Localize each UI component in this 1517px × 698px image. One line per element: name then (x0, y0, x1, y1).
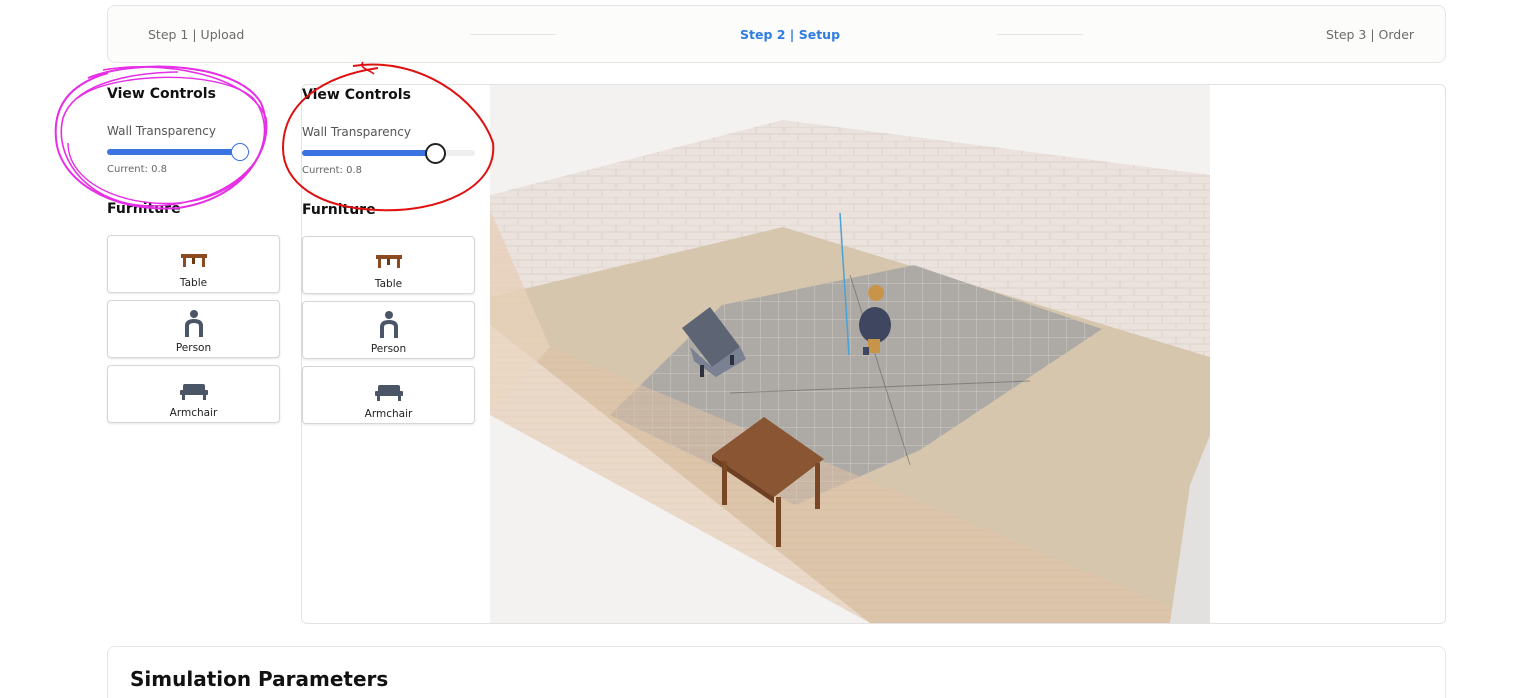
slider-fill (302, 150, 435, 156)
step-divider (470, 34, 556, 35)
person-icon (184, 310, 203, 337)
furniture-label: Person (370, 343, 407, 355)
armchair-icon (374, 385, 403, 401)
wall-transparency-label: Wall Transparency (302, 125, 411, 139)
wall-transparency-slider[interactable] (107, 143, 250, 161)
step-order[interactable]: Step 3 | Order (1326, 27, 1414, 42)
furniture-item-person[interactable]: Person (107, 300, 280, 358)
person-icon (379, 311, 398, 338)
furniture-label: Table (374, 278, 403, 290)
furniture-item-armchair[interactable]: Armchair (107, 365, 280, 423)
slider-thumb[interactable] (425, 143, 446, 164)
table-icon (180, 254, 207, 267)
slider-thumb[interactable] (231, 143, 249, 161)
table-icon (375, 255, 402, 268)
furniture-heading: Furniture (302, 202, 376, 218)
armchair-icon (179, 384, 208, 400)
view-controls-heading: View Controls (302, 87, 411, 103)
wall-transparency-slider[interactable] (302, 143, 475, 164)
furniture-label: Table (179, 277, 208, 289)
furniture-label: Person (175, 342, 212, 354)
furniture-item-armchair[interactable]: Armchair (302, 366, 475, 424)
simulation-parameters-heading: Simulation Parameters (130, 667, 389, 691)
3d-room-viewport[interactable] (490, 85, 1210, 623)
wall-transparency-label: Wall Transparency (107, 124, 216, 138)
current-value-text: Current: 0.8 (302, 165, 363, 176)
room-render (490, 85, 1210, 623)
step-upload[interactable]: Step 1 | Upload (148, 27, 244, 42)
furniture-item-table[interactable]: Table (302, 236, 475, 294)
furniture-item-table[interactable]: Table (107, 235, 280, 293)
furniture-item-person[interactable]: Person (302, 301, 475, 359)
step-divider (997, 34, 1083, 35)
furniture-heading: Furniture (107, 201, 181, 217)
current-value-text: Current: 0.8 (107, 164, 168, 175)
progress-stepper: Step 1 | Upload Step 2 | Setup Step 3 | … (107, 5, 1446, 63)
view-controls-heading: View Controls (107, 86, 216, 102)
step-setup[interactable]: Step 2 | Setup (740, 27, 840, 42)
furniture-label: Armchair (364, 408, 413, 420)
furniture-label: Armchair (169, 407, 218, 419)
simulation-parameters-card: Simulation Parameters (107, 646, 1446, 698)
magenta-circle-annotation (54, 65, 268, 210)
slider-fill (107, 149, 239, 155)
